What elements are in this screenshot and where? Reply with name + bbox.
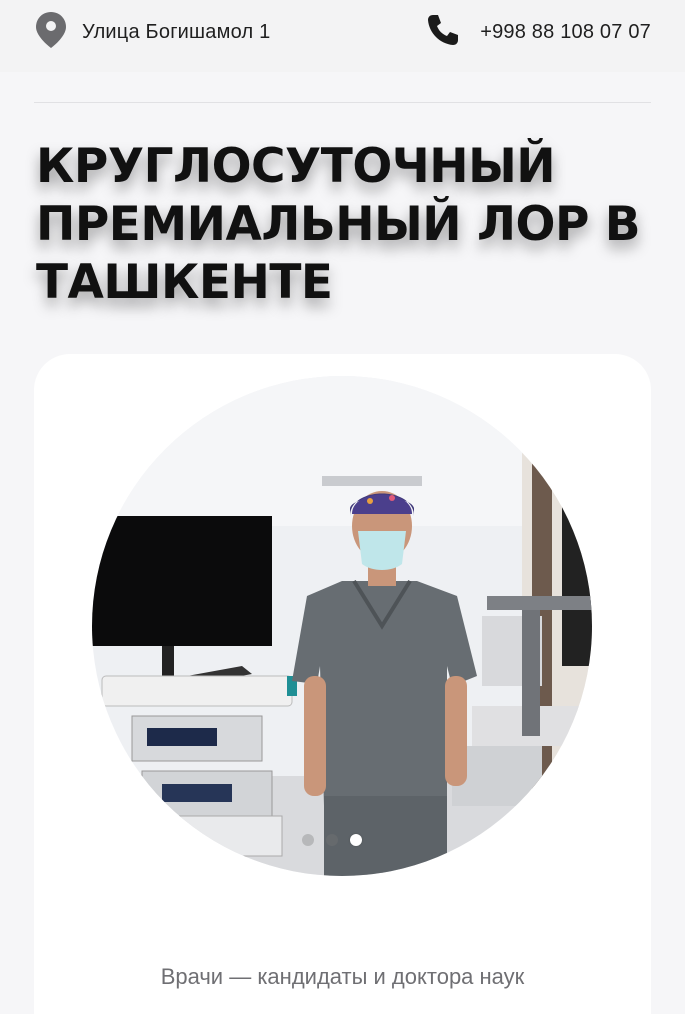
phone-icon	[426, 13, 460, 52]
doctor-slider-card[interactable]: Врачи — кандидаты и доктора наук	[34, 354, 651, 1014]
slider-dot-1[interactable]	[302, 834, 314, 846]
map-pin-icon	[34, 11, 68, 54]
address-text: Улица Богишамол 1	[82, 20, 271, 43]
slider-dot-2[interactable]	[326, 834, 338, 846]
slider-dots	[302, 834, 362, 846]
slide-caption: Врачи — кандидаты и доктора наук	[160, 964, 525, 989]
phone-text: +998 88 108 07 07	[480, 20, 651, 43]
phone-link[interactable]: +998 88 108 07 07	[426, 12, 651, 52]
slider-dot-3-active[interactable]	[350, 834, 362, 846]
page-title: Круглосуточный премиальный ЛОР в Ташкент…	[36, 139, 641, 310]
doctor-photo	[92, 376, 592, 876]
address-link[interactable]: Улица Богишамол 1	[34, 11, 271, 54]
header-divider	[34, 102, 651, 103]
top-bar: Улица Богишамол 1 +998 88 108 07 07	[0, 0, 685, 72]
